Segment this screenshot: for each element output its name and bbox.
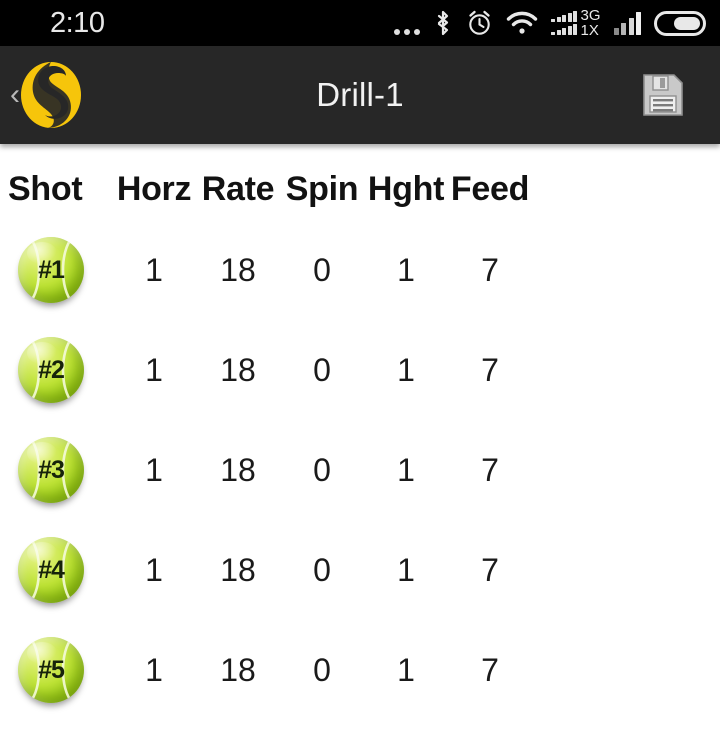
- spin-value[interactable]: 0: [280, 252, 364, 289]
- app-screen: 2:10 3G 1X ‹ Drill-1 Shot Horz Rate Spin…: [0, 0, 720, 738]
- tennis-ball-icon: #2: [18, 337, 84, 403]
- column-header-rate: Rate: [201, 169, 275, 208]
- shot-number-label: #2: [38, 355, 65, 384]
- horz-value[interactable]: 1: [112, 452, 196, 489]
- hght-value[interactable]: 1: [364, 252, 448, 289]
- cellular-3g-1x-icon: 3G 1X: [551, 6, 601, 39]
- tennis-ball-icon: #1: [18, 237, 84, 303]
- table-row[interactable]: #3 1 18 0 1 7: [0, 420, 720, 520]
- rate-value[interactable]: 18: [196, 252, 280, 289]
- save-button[interactable]: [636, 68, 690, 122]
- column-header-feed: Feed: [450, 169, 530, 208]
- page-title: Drill-1: [316, 76, 404, 113]
- alarm-clock-icon: [469, 10, 491, 35]
- battery-icon: [654, 10, 706, 36]
- rate-value[interactable]: 18: [196, 552, 280, 589]
- table-row[interactable]: #1 1 18 0 1 7: [0, 220, 720, 320]
- hght-value[interactable]: 1: [364, 552, 448, 589]
- shot-cell[interactable]: #5: [0, 637, 112, 703]
- table-row[interactable]: #5 1 18 0 1 7: [0, 620, 720, 720]
- horz-value[interactable]: 1: [112, 552, 196, 589]
- wifi-icon: [507, 11, 538, 34]
- shot-cell[interactable]: #2: [0, 337, 112, 403]
- shot-number-label: #5: [38, 655, 65, 684]
- column-header-spin: Spin: [285, 169, 359, 208]
- shot-cell[interactable]: #3: [0, 437, 112, 503]
- rate-value[interactable]: 18: [196, 352, 280, 389]
- spin-value[interactable]: 0: [280, 552, 364, 589]
- cellular-signal-icon: [613, 11, 641, 35]
- status-icons-group: 3G 1X: [394, 6, 706, 39]
- status-bar: 2:10 3G 1X: [0, 0, 720, 46]
- spinfire-s-logo: [18, 59, 84, 131]
- status-clock: 2:10: [50, 6, 105, 39]
- feed-value[interactable]: 7: [448, 252, 532, 289]
- column-header-horz: Horz: [116, 169, 192, 208]
- spin-value[interactable]: 0: [280, 352, 364, 389]
- spin-value[interactable]: 0: [280, 652, 364, 689]
- drill-table: Shot Horz Rate Spin Hght Feed #1 1 18 0 …: [0, 144, 720, 720]
- network-3g-label: 3G: [580, 6, 601, 24]
- hght-value[interactable]: 1: [364, 352, 448, 389]
- shot-number-label: #4: [38, 555, 65, 584]
- tennis-ball-icon: #4: [18, 537, 84, 603]
- hght-value[interactable]: 1: [364, 652, 448, 689]
- feed-value[interactable]: 7: [448, 652, 532, 689]
- horz-value[interactable]: 1: [112, 652, 196, 689]
- table-header-row: Shot Horz Rate Spin Hght Feed: [0, 158, 720, 220]
- hght-value[interactable]: 1: [364, 452, 448, 489]
- column-header-hght: Hght: [367, 169, 445, 208]
- more-dots-icon: [394, 9, 421, 38]
- save-floppy-icon: [643, 74, 683, 116]
- bluetooth-icon: [438, 10, 449, 36]
- table-rows-container: #1 1 18 0 1 7 #2 1 18 0 1 7 #3 1 18 0 1 …: [0, 220, 720, 720]
- shot-cell[interactable]: #4: [0, 537, 112, 603]
- column-header-shot: Shot: [8, 169, 83, 208]
- feed-value[interactable]: 7: [448, 552, 532, 589]
- rate-value[interactable]: 18: [196, 652, 280, 689]
- feed-value[interactable]: 7: [448, 352, 532, 389]
- tennis-ball-icon: #3: [18, 437, 84, 503]
- horz-value[interactable]: 1: [112, 352, 196, 389]
- shot-cell[interactable]: #1: [0, 237, 112, 303]
- tennis-ball-icon: #5: [18, 637, 84, 703]
- feed-value[interactable]: 7: [448, 452, 532, 489]
- table-row[interactable]: #2 1 18 0 1 7: [0, 320, 720, 420]
- spin-value[interactable]: 0: [280, 452, 364, 489]
- horz-value[interactable]: 1: [112, 252, 196, 289]
- shot-number-label: #1: [38, 255, 65, 284]
- app-bar: ‹ Drill-1: [0, 46, 720, 144]
- network-1x-label: 1X: [580, 22, 599, 39]
- rate-value[interactable]: 18: [196, 452, 280, 489]
- table-row[interactable]: #4 1 18 0 1 7: [0, 520, 720, 620]
- shot-number-label: #3: [38, 455, 65, 484]
